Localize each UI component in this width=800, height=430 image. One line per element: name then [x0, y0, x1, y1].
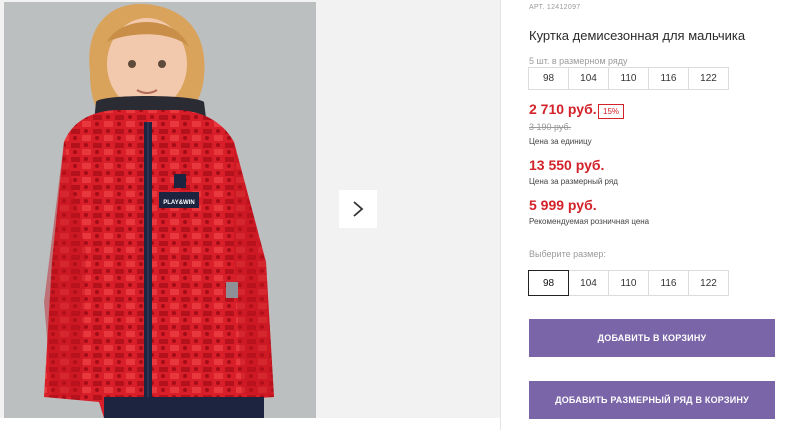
gallery-next-button[interactable]	[339, 190, 377, 228]
size-option-122[interactable]: 122	[688, 270, 729, 296]
range-sizes-table: 98 104 110 116 122	[528, 67, 729, 90]
range-size-cell: 122	[688, 67, 729, 90]
product-photo: PLAY&WIN	[4, 2, 316, 418]
column-divider	[500, 0, 501, 430]
unit-price-note: Цена за единицу	[529, 137, 592, 146]
chevron-right-icon	[353, 201, 364, 217]
range-count-note: 5 шт. в размерном ряду	[529, 56, 628, 66]
size-option-98[interactable]: 98	[528, 270, 569, 296]
size-select-label: Выберите размер:	[529, 249, 606, 259]
size-option-110[interactable]: 110	[608, 270, 649, 296]
product-title: Куртка демисезонная для мальчика	[529, 28, 746, 43]
range-size-cell: 98	[528, 67, 569, 90]
size-option-104[interactable]: 104	[568, 270, 609, 296]
size-selector: 98 104 110 116 122	[528, 270, 729, 296]
unit-price: 2 710 руб.	[529, 101, 597, 117]
range-price: 13 550 руб.	[529, 157, 605, 173]
size-option-116[interactable]: 116	[648, 270, 689, 296]
discount-badge: 15%	[598, 104, 625, 119]
product-gallery: PLAY&WIN	[0, 0, 500, 418]
old-price: 3 190 руб.	[529, 122, 572, 132]
product-photo-illustration: PLAY&WIN	[4, 2, 316, 418]
range-price-note: Цена за размерный ряд	[529, 177, 618, 186]
retail-price: 5 999 руб.	[529, 197, 597, 213]
range-size-cell: 104	[568, 67, 609, 90]
range-size-cell: 116	[648, 67, 689, 90]
article-number: АРТ. 12412097	[529, 4, 581, 11]
retail-price-note: Рекомендуемая розничная цена	[529, 217, 650, 226]
add-to-cart-button[interactable]: ДОБАВИТЬ В КОРЗИНУ	[529, 319, 775, 357]
range-size-cell: 110	[608, 67, 649, 90]
svg-text:PLAY&WIN: PLAY&WIN	[163, 200, 194, 206]
add-range-to-cart-button[interactable]: ДОБАВИТЬ РАЗМЕРНЫЙ РЯД В КОРЗИНУ	[529, 381, 775, 419]
